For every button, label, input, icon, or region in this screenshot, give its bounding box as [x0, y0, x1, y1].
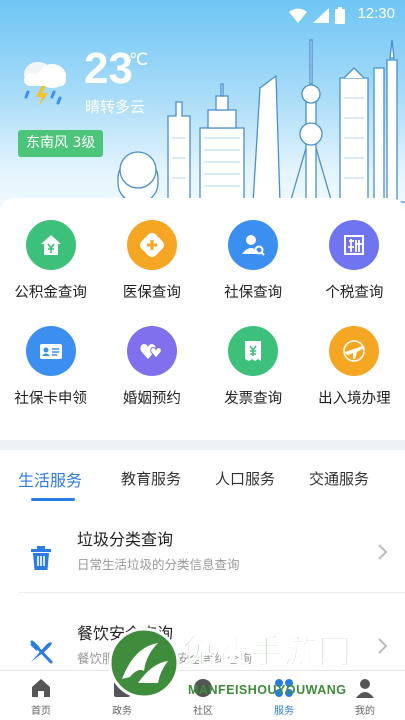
service-shebao[interactable]: 社保查询: [203, 220, 304, 302]
services-card: 公积金查询 医保查询 社保查询 个税查询 社保卡申领 婚姻预约 发票查询 出入境…: [0, 198, 405, 440]
fork-knife-icon: [30, 640, 53, 664]
status-bar: 12:30: [0, 0, 405, 30]
government-icon: [114, 681, 130, 697]
community-icon: [194, 679, 212, 697]
service-gjj[interactable]: 公积金查询: [0, 220, 101, 302]
services-grid: 公积金查询 医保查询 社保查询 个税查询 社保卡申领 婚姻预约 发票查询 出入境…: [0, 220, 405, 408]
list-item-subtitle: 餐饮服务单位食品安全等级查询: [77, 651, 253, 666]
airplane-icon: [329, 326, 380, 376]
user-icon: [356, 679, 374, 698]
bottom-navigation: 首页 政务 社区 服务 我的: [0, 670, 405, 720]
active-tab-indicator: [31, 498, 75, 501]
service-label: 发票查询: [224, 391, 283, 407]
wifi-icon: [289, 8, 307, 23]
id-card-icon: [25, 326, 76, 376]
battery-icon: [335, 6, 345, 24]
house-yen-icon: [25, 220, 76, 270]
nav-label: 政务: [112, 706, 132, 717]
hearts-icon: [126, 326, 177, 376]
service-hunyin[interactable]: 婚姻预约: [101, 326, 202, 408]
user-search-icon: [228, 220, 279, 270]
nav-label: 我的: [355, 706, 375, 717]
medical-plus-icon: [126, 220, 177, 270]
nav-government[interactable]: 政务: [92, 677, 152, 717]
nav-service[interactable]: 服务: [254, 677, 314, 717]
tax-icon: [329, 220, 380, 270]
service-label: 出入境办理: [318, 391, 391, 407]
service-list-card: 生活服务 教育服务 人口服务 交通服务 垃圾分类查询 日常生活垃圾的分类信息查询…: [0, 450, 405, 670]
chevron-right-icon: [378, 544, 388, 560]
list-divider: [18, 592, 405, 593]
signal-icon: [313, 7, 329, 23]
service-icon: [275, 679, 293, 697]
tab-life[interactable]: 生活服务: [18, 467, 82, 491]
list-item-title: 垃圾分类查询: [77, 530, 174, 549]
category-tabs: 生活服务 教育服务 人口服务 交通服务: [0, 460, 405, 501]
nav-community[interactable]: 社区: [173, 677, 233, 717]
service-label: 医保查询: [122, 285, 181, 301]
weather-header: 12:30 23 ℃ 晴转多云 东南风 3级: [0, 0, 405, 215]
service-yibao[interactable]: 医保查询: [101, 220, 202, 302]
nav-label: 社区: [193, 706, 213, 717]
list-item-subtitle: 日常生活垃圾的分类信息查询: [77, 557, 240, 572]
status-time: 12:30: [357, 5, 395, 22]
service-shebaoka[interactable]: 社保卡申领: [0, 326, 101, 408]
service-churujing[interactable]: 出入境办理: [304, 326, 405, 408]
service-label: 社保卡申领: [14, 391, 87, 407]
trash-icon: [31, 546, 51, 570]
invoice-icon: [228, 326, 279, 376]
tab-education[interactable]: 教育服务: [121, 468, 181, 489]
service-label: 公积金查询: [14, 285, 87, 301]
wind-badge: 东南风 3级: [18, 130, 104, 157]
nav-label: 服务: [274, 706, 294, 717]
home-icon: [32, 679, 50, 697]
service-fapiao[interactable]: 发票查询: [203, 326, 304, 408]
nav-label: 首页: [31, 706, 51, 717]
tab-traffic[interactable]: 交通服务: [309, 468, 369, 489]
nav-home[interactable]: 首页: [11, 677, 71, 717]
tab-population[interactable]: 人口服务: [215, 468, 275, 489]
service-label: 婚姻预约: [122, 391, 181, 407]
nav-profile[interactable]: 我的: [335, 677, 395, 717]
service-label: 社保查询: [224, 285, 283, 301]
city-skyline-illustration: [108, 39, 405, 203]
section-separator: [0, 440, 405, 450]
service-label: 个税查询: [325, 285, 384, 301]
chevron-right-icon: [378, 638, 388, 654]
list-item-garbage[interactable]: 垃圾分类查询 日常生活垃圾的分类信息查询: [0, 522, 405, 600]
cloud-rain-lightning-icon: [24, 62, 66, 106]
list-item-title: 餐饮安全查询: [77, 624, 174, 643]
service-geshui[interactable]: 个税查询: [304, 220, 405, 302]
